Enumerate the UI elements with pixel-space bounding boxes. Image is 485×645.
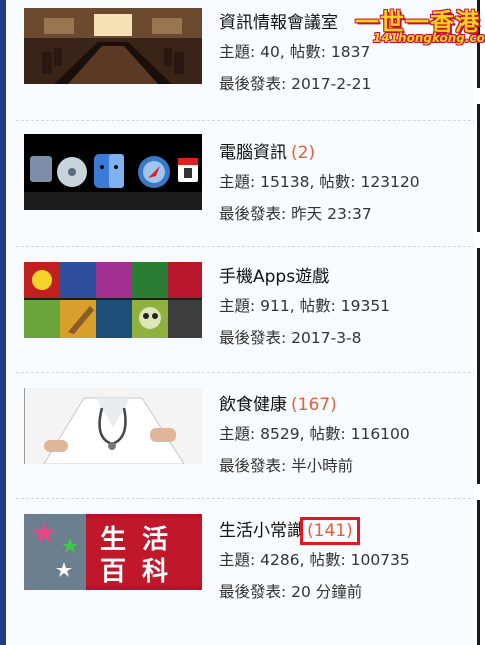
forum-title-line: 電腦資訊 (2) — [219, 140, 469, 166]
thumb-char-3: 百 — [100, 557, 126, 587]
forum-icon-meeting-room[interactable] — [24, 8, 202, 84]
forum-icon-computer[interactable] — [24, 134, 202, 210]
row-divider — [16, 120, 476, 121]
forum-last-post: 最後發表: 20 分鐘前 — [219, 583, 363, 601]
thumb-char-2: 活 — [142, 525, 168, 555]
forum-last-post: 最後發表: 半小時前 — [219, 457, 354, 475]
scrollbar-track[interactable] — [474, 0, 485, 645]
forum-new-count: (167) — [291, 395, 337, 415]
forum-last-post: 最後發表: 2017-2-21 — [219, 75, 372, 93]
forum-title-line: 手機Apps遊戲 — [219, 264, 469, 290]
scrollbar-gap — [474, 232, 485, 248]
forum-icon-mobile-apps[interactable] — [24, 262, 202, 338]
forum-title-line: 生活小常識 (141) — [219, 517, 469, 545]
forum-list-panel: 資訊情報會議室 主題: 40, 帖數: 1837 最後發表: 2017-2-21 — [8, 0, 476, 645]
forum-row-3[interactable]: 手機Apps遊戲 主題: 911, 帖數: 19351 最後發表: 2017-3… — [8, 248, 476, 374]
forum-stats: 主題: 4286, 帖數: 100735 — [219, 551, 410, 569]
site-watermark-logo: 一世一香港 141hongkong.com — [355, 2, 485, 46]
forum-title[interactable]: 生活小常識 — [219, 521, 304, 541]
row-divider — [16, 246, 476, 247]
forum-last-post: 最後發表: 2017-3-8 — [219, 329, 362, 347]
forum-icon-doctor[interactable] — [24, 388, 202, 464]
forum-title[interactable]: 資訊情報會議室 — [219, 13, 338, 33]
left-frame-border — [0, 0, 6, 645]
forum-row-2[interactable]: 電腦資訊 (2) 主題: 15138, 帖數: 123120 最後發表: 昨天 2… — [8, 122, 476, 248]
forum-title[interactable]: 飲食健康 — [219, 395, 287, 415]
forum-title[interactable]: 手機Apps遊戲 — [219, 267, 329, 287]
forum-icon-life-encyclopedia[interactable]: 生 活 百 科 — [24, 514, 202, 590]
row-divider — [16, 498, 476, 499]
forum-stats: 主題: 15138, 帖數: 123120 — [219, 173, 420, 191]
scrollbar-gap — [474, 484, 485, 500]
row-divider — [16, 372, 476, 373]
forum-new-count: (2) — [291, 143, 316, 163]
forum-row-4[interactable]: 飲食健康 (167) 主題: 8529, 帖數: 116100 最後發表: 半小時… — [8, 374, 476, 500]
forum-title-line: 飲食健康 (167) — [219, 392, 469, 418]
forum-new-count-highlighted: (141) — [300, 517, 360, 545]
forum-row-5[interactable]: 生 活 百 科 生活小常識 (141) 主題: 4286, 帖數: 100735 … — [8, 500, 474, 626]
thumb-char-1: 生 — [100, 525, 126, 555]
thumb-char-4: 科 — [142, 557, 168, 587]
forum-title[interactable]: 電腦資訊 — [219, 143, 287, 163]
watermark-url: 141hongkong.com — [373, 31, 485, 45]
forum-stats: 主題: 8529, 帖數: 116100 — [219, 425, 410, 443]
scrollbar-gap — [474, 88, 485, 104]
forum-stats: 主題: 911, 帖數: 19351 — [219, 297, 391, 315]
forum-last-post: 最後發表: 昨天 23:37 — [219, 205, 372, 223]
